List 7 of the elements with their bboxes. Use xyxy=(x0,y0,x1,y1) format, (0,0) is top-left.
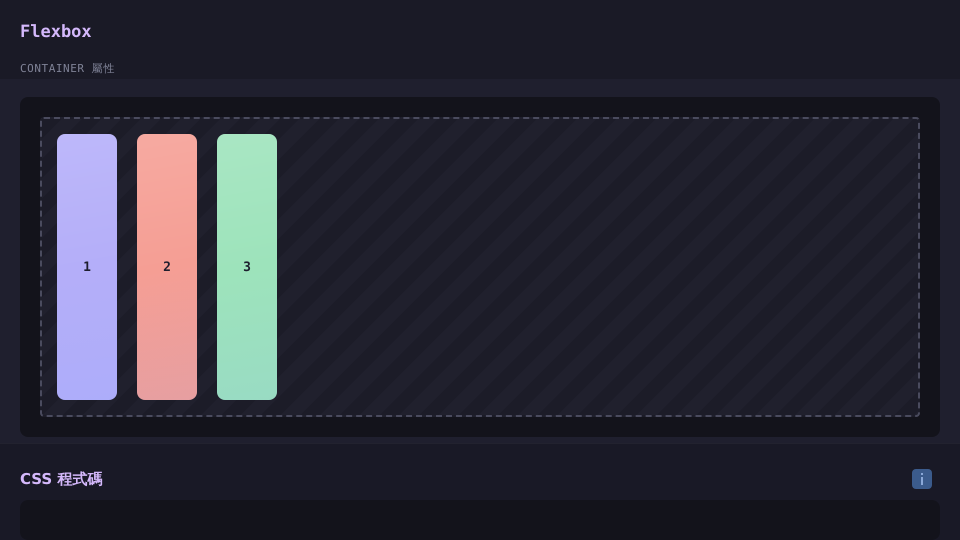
flex-item: 2 xyxy=(137,134,197,400)
flex-item: 1 xyxy=(57,134,117,400)
page-title: Flexbox xyxy=(20,21,92,44)
code-section-title: CSS 程式碼 xyxy=(20,468,102,490)
section-label: CONTAINER 屬性 xyxy=(20,62,115,76)
flex-item: 3 xyxy=(217,134,277,400)
info-icon[interactable] xyxy=(912,468,932,489)
